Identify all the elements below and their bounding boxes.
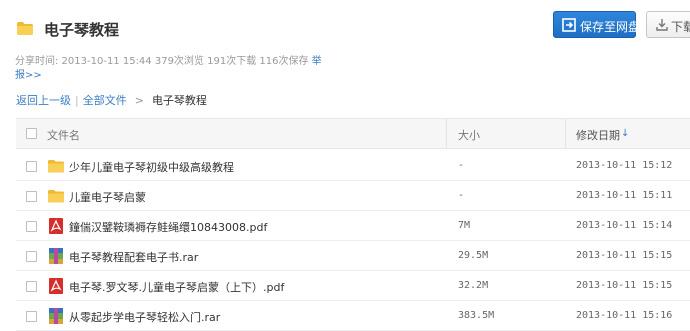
- download-button-label: 下载: [671, 20, 690, 34]
- breadcrumb-arrow: >: [134, 94, 144, 107]
- file-date: 2013-10-11 15:11: [576, 190, 673, 201]
- current-folder: 电子琴教程: [151, 94, 207, 107]
- save-icon: [562, 18, 576, 32]
- rar-icon: [48, 248, 64, 264]
- file-name[interactable]: 儿童电子琴启蒙: [69, 189, 146, 205]
- report-link-part1[interactable]: 举: [312, 56, 322, 67]
- rar-icon: [48, 308, 64, 324]
- file-name[interactable]: 鐘偳汉鐾鞍璘褥存鲑绳缳10843008.pdf: [69, 219, 267, 235]
- file-date: 2013-10-11 15:16: [576, 310, 673, 321]
- column-header-name[interactable]: 文件名: [47, 127, 80, 143]
- file-date: 2013-10-11 15:15: [576, 280, 673, 291]
- row-checkbox[interactable]: [26, 161, 37, 172]
- select-all-checkbox[interactable]: [26, 128, 37, 139]
- save-to-netdisk-button[interactable]: 保存至网盘: [553, 11, 640, 38]
- file-name[interactable]: 电子琴教程配套电子书.rar: [69, 249, 198, 265]
- folder-icon: [17, 22, 33, 35]
- pdf-icon: [48, 278, 64, 294]
- table-row[interactable]: 儿童电子琴启蒙 - 2013-10-11 15:11: [16, 181, 690, 211]
- table-row[interactable]: 从零起步学电子琴轻松入门.rar 383.5M 2013-10-11 15:16: [16, 301, 690, 331]
- file-date: 2013-10-11 15:15: [576, 250, 673, 261]
- table-row[interactable]: 少年儿童电子琴初级中级高级教程 - 2013-10-11 15:12: [16, 151, 690, 181]
- page-title: 电子琴教程: [44, 21, 120, 39]
- file-size: 29.5M: [458, 250, 489, 261]
- file-size: 383.5M: [458, 310, 495, 321]
- file-size: -: [458, 160, 465, 171]
- folder-icon: [48, 158, 64, 174]
- file-date: 2013-10-11 15:12: [576, 160, 673, 171]
- row-checkbox[interactable]: [26, 251, 37, 262]
- row-checkbox[interactable]: [26, 311, 37, 322]
- pdf-icon: [48, 218, 64, 234]
- column-header-size[interactable]: 大小: [458, 127, 480, 143]
- table-header: 文件名 大小 修改日期 ↓: [16, 118, 690, 149]
- file-name[interactable]: 从零起步学电子琴轻松入门.rar: [69, 309, 220, 325]
- row-checkbox[interactable]: [26, 281, 37, 292]
- row-checkbox[interactable]: [26, 221, 37, 232]
- download-icon: [656, 19, 668, 31]
- row-checkbox[interactable]: [26, 191, 37, 202]
- file-size: -: [458, 190, 465, 201]
- breadcrumb-separator: |: [75, 94, 79, 107]
- breadcrumb: 返回上一级 | 全部文件 > 电子琴教程: [16, 92, 207, 108]
- table-row[interactable]: 电子琴教程配套电子书.rar 29.5M 2013-10-11 15:15: [16, 241, 690, 271]
- table-row[interactable]: 鐘偳汉鐾鞍璘褥存鲑绳缳10843008.pdf 7M 2013-10-11 15:1…: [16, 211, 690, 241]
- file-date: 2013-10-11 15:14: [576, 220, 673, 231]
- file-size: 32.2M: [458, 280, 489, 291]
- column-header-date[interactable]: 修改日期: [576, 127, 620, 143]
- save-button-label: 保存至网盘: [580, 20, 641, 34]
- folder-icon: [48, 188, 64, 204]
- column-divider: [446, 119, 447, 148]
- report-link-part2[interactable]: 报>>: [15, 66, 42, 81]
- back-link[interactable]: 返回上一级: [16, 94, 71, 107]
- share-meta-text: 分享时间: 2013-10-11 15:44 379次浏览 191次下载 116…: [15, 56, 309, 67]
- download-button[interactable]: 下载: [646, 11, 690, 38]
- share-meta: 分享时间: 2013-10-11 15:44 379次浏览 191次下载 116…: [15, 52, 322, 67]
- all-files-link[interactable]: 全部文件: [83, 94, 127, 107]
- table-row[interactable]: 电子琴.罗文琴.儿童电子琴启蒙（上下）.pdf 32.2M 2013-10-11 1…: [16, 271, 690, 301]
- file-name[interactable]: 电子琴.罗文琴.儿童电子琴启蒙（上下）.pdf: [69, 279, 284, 295]
- column-divider: [565, 119, 566, 148]
- sort-desc-icon[interactable]: ↓: [621, 128, 629, 139]
- file-name[interactable]: 少年儿童电子琴初级中级高级教程: [69, 159, 234, 175]
- file-size: 7M: [458, 220, 471, 231]
